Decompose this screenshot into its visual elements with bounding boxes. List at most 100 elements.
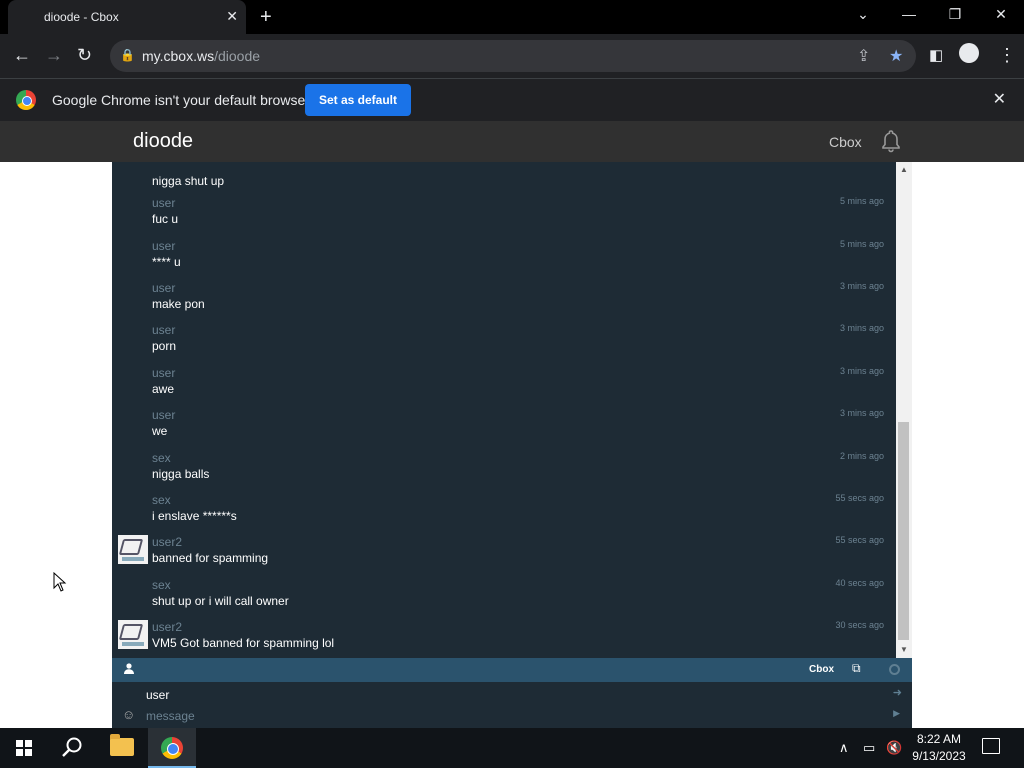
message-author[interactable]: user — [152, 408, 175, 422]
message-timestamp: 3 mins ago — [839, 408, 884, 418]
chrome-icon — [161, 737, 183, 759]
login-icon[interactable]: ➜ — [893, 686, 902, 699]
chat-scrollbar[interactable]: ▲ ▼ — [896, 162, 912, 658]
external-link-icon[interactable]: ⧉ — [852, 661, 861, 676]
bell-icon[interactable] — [879, 129, 903, 153]
profile-avatar-icon[interactable] — [959, 43, 979, 63]
message-text: **** u — [152, 255, 181, 269]
address-bar[interactable]: 🔒 my.cbox.ws/dioode ⇪ ★ — [110, 40, 916, 72]
message-timestamp: 3 mins ago — [839, 323, 884, 333]
chat-message: user fuc u 5 mins ago — [112, 194, 896, 236]
message-timestamp: 5 mins ago — [839, 196, 884, 206]
message-timestamp: 40 secs ago — [835, 578, 884, 588]
tab-search-chevron-icon[interactable]: ⌄ — [851, 6, 875, 23]
footer-cbox-link[interactable]: Cbox — [809, 664, 834, 675]
message-text: VM5 Got banned for spamming lol — [152, 636, 335, 650]
infobar-message: Google Chrome isn't your default browser — [52, 92, 310, 108]
file-explorer-icon[interactable] — [110, 734, 134, 756]
clock-time: 8:22 AM — [916, 732, 962, 746]
chat-message: user2 VM5 Got banned for spamming lol 30 s… — [112, 618, 896, 658]
user-avatar[interactable] — [118, 535, 148, 564]
minimize-icon[interactable]: — — [897, 6, 921, 22]
scroll-up-icon[interactable]: ▲ — [896, 162, 912, 178]
chat-message: sex shut up or i will call owner 40 secs a… — [112, 576, 896, 618]
tray-chevron-icon[interactable]: ∧ — [839, 740, 849, 756]
message-author[interactable]: sex — [152, 493, 171, 507]
message-text: nigga balls — [152, 467, 210, 481]
bookmark-star-icon[interactable]: ★ — [889, 46, 903, 66]
message-author[interactable]: user — [152, 196, 175, 210]
close-window-icon[interactable]: ✕ — [989, 6, 1013, 23]
reload-icon[interactable]: ↻ — [77, 45, 92, 66]
browser-toolbar: ← → ↻ 🔒 my.cbox.ws/dioode ⇪ ★ ◧ ⋮ — [0, 34, 1024, 78]
chat-message: user we 3 mins ago — [112, 406, 896, 448]
scroll-down-icon[interactable]: ▼ — [896, 642, 912, 658]
emoji-icon[interactable]: ☺ — [122, 707, 135, 722]
tab-title: dioode - Cbox — [44, 10, 119, 24]
chat-input-area: ➜ ☺ ▶ — [112, 682, 912, 728]
forward-icon[interactable]: → — [45, 45, 63, 66]
chat-message: user **** u 5 mins ago — [112, 237, 896, 279]
message-author[interactable]: sex — [152, 578, 171, 592]
message-author[interactable]: user2 — [152, 620, 182, 634]
message-text: i enslave ******s — [152, 509, 237, 523]
new-tab-icon[interactable]: + — [260, 6, 272, 29]
send-icon[interactable]: ▶ — [893, 708, 900, 719]
tab-close-icon[interactable]: ✕ — [226, 8, 238, 25]
message-timestamp: 3 mins ago — [839, 281, 884, 291]
message-text: banned for spamming — [152, 551, 269, 565]
back-icon[interactable]: ← — [13, 45, 31, 66]
scrollbar-thumb[interactable] — [898, 422, 909, 640]
message-author[interactable]: user — [152, 239, 175, 253]
network-icon[interactable]: ▭ — [863, 740, 875, 756]
taskbar-clock[interactable]: 8:22 AM 9/13/2023 — [906, 731, 972, 765]
volume-muted-icon[interactable]: 🔇 — [886, 740, 902, 756]
status-ring-icon[interactable] — [889, 664, 900, 675]
cbox-link[interactable]: Cbox — [829, 134, 862, 150]
restore-icon[interactable]: ❐ — [943, 6, 967, 23]
default-browser-infobar: Google Chrome isn't your default browser… — [0, 78, 1024, 121]
share-icon[interactable]: ⇪ — [857, 46, 870, 66]
chat-message: user awe 3 mins ago — [112, 364, 896, 406]
mouse-cursor-icon — [53, 572, 67, 592]
name-field[interactable] — [146, 686, 846, 704]
lock-icon[interactable]: 🔒 — [120, 48, 135, 62]
search-icon[interactable] — [60, 736, 84, 760]
menu-kebab-icon[interactable]: ⋮ — [998, 45, 1016, 66]
message-input[interactable] — [146, 707, 846, 725]
message-text: nigga shut up — [152, 174, 225, 188]
message-text: porn — [152, 339, 177, 353]
user-avatar[interactable] — [118, 620, 148, 649]
url-text: my.cbox.ws/dioode — [142, 48, 260, 64]
windows-start-icon[interactable] — [16, 740, 32, 756]
message-author[interactable]: user2 — [152, 535, 182, 549]
message-author[interactable]: user — [152, 323, 175, 337]
chat-message: user make pon 3 mins ago — [112, 279, 896, 321]
message-text: fuc u — [152, 212, 179, 226]
message-timestamp: 55 secs ago — [835, 493, 884, 503]
chat-message: sex i enslave ******s 55 secs ago — [112, 491, 896, 533]
chat-message: user2 banned for spamming 55 secs ago — [112, 533, 896, 575]
message-timestamp: 55 secs ago — [835, 535, 884, 545]
chat-message: user porn 3 mins ago — [112, 321, 896, 363]
message-author[interactable]: user — [152, 366, 175, 380]
site-header: dioode Cbox — [0, 121, 1024, 162]
message-text: shut up or i will call owner — [152, 594, 289, 608]
url-host: my.cbox.ws — [142, 48, 215, 64]
set-as-default-button[interactable]: Set as default — [305, 84, 411, 116]
user-icon[interactable] — [124, 663, 134, 677]
message-author[interactable]: sex — [152, 451, 171, 465]
tab-dioode[interactable]: dioode - Cbox ✕ — [8, 0, 246, 34]
infobar-close-icon[interactable]: ✕ — [993, 89, 1006, 109]
message-author[interactable]: user — [152, 281, 175, 295]
url-path: /dioode — [214, 48, 261, 64]
side-panel-icon[interactable]: ◧ — [929, 46, 943, 64]
message-text: we — [152, 424, 168, 438]
notifications-icon[interactable] — [982, 738, 1000, 754]
clock-date: 9/13/2023 — [912, 749, 966, 763]
tab-strip: dioode - Cbox ✕ + ⌄ — ❐ ✕ — [0, 0, 1024, 34]
chat-message-list[interactable]: nigga shut up user fuc u 5 mins ago user ****… — [112, 162, 912, 658]
taskbar-chrome-button[interactable] — [148, 728, 196, 768]
windows-taskbar: ∧ ▭ 🔇 8:22 AM 9/13/2023 — [0, 728, 1024, 768]
message-timestamp: 30 secs ago — [835, 620, 884, 630]
